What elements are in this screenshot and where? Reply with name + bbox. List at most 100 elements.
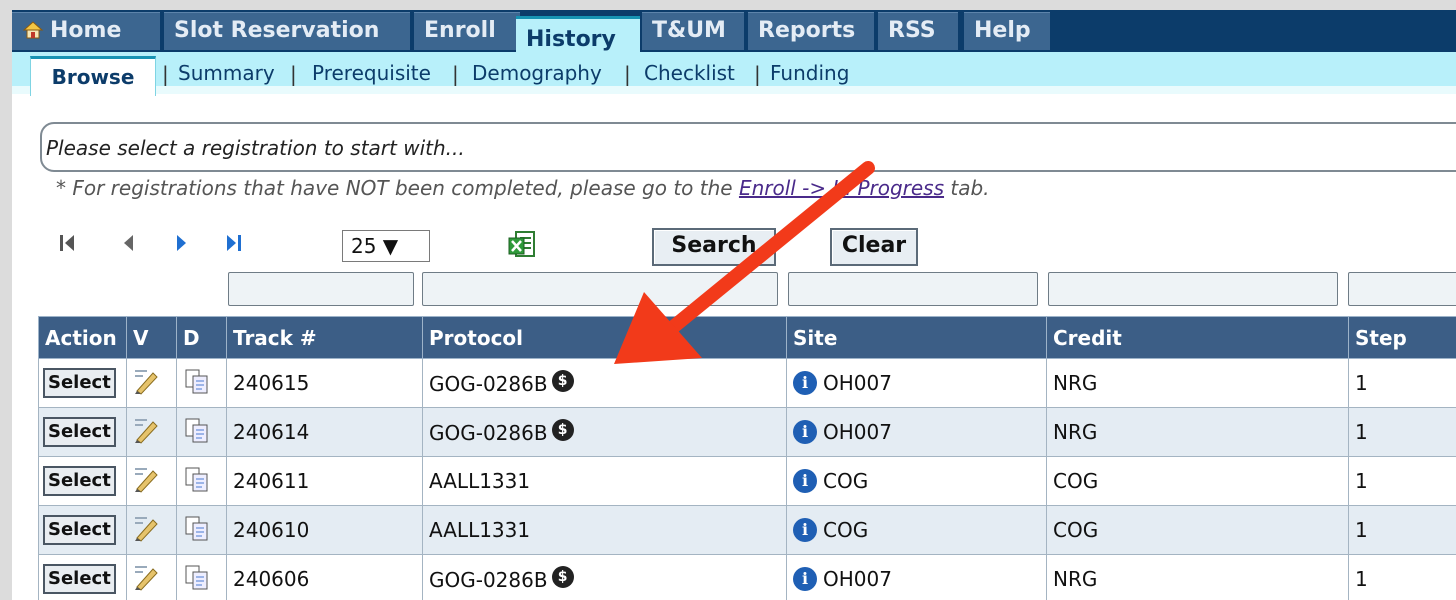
filter-step-input[interactable] [1348, 272, 1456, 306]
separator: | [452, 62, 459, 86]
app-window: Home Slot Reservation Enroll History T&U… [12, 10, 1456, 600]
tab-home[interactable]: Home [12, 12, 160, 50]
registration-select-placeholder: Please select a registration to start wi… [46, 136, 465, 160]
filter-protocol-input[interactable] [422, 272, 778, 306]
filter-track-input[interactable] [228, 272, 414, 306]
site-cell: i COG [786, 505, 1047, 555]
clear-button[interactable]: Clear [830, 228, 918, 266]
view-pen-icon[interactable] [133, 465, 161, 493]
col-header-credit[interactable]: Credit [1046, 316, 1349, 359]
protocol-cell: GOG-0286B $ [422, 407, 787, 457]
search-button[interactable]: Search [652, 228, 776, 266]
subtab-funding[interactable]: Funding [770, 60, 849, 86]
document-copy-icon[interactable] [183, 367, 211, 395]
home-icon [22, 21, 44, 39]
col-header-v[interactable]: V [126, 316, 177, 359]
tab-history[interactable]: History [516, 16, 640, 56]
in-progress-note: * For registrations that have NOT been c… [56, 176, 990, 200]
table-row: Select 240610 AALL1331 i COG COG 1 [38, 505, 1456, 555]
view-pen-icon[interactable] [133, 367, 161, 395]
protocol-cell: GOG-0286B $ [422, 358, 787, 408]
col-header-d[interactable]: D [176, 316, 227, 359]
credit-cell: NRG [1046, 358, 1349, 408]
tab-enroll[interactable]: Enroll [414, 12, 520, 50]
table-row: Select 240606 GOG-0286B $ i OH007 NRG 1 [38, 554, 1456, 600]
tab-rss[interactable]: RSS [878, 12, 958, 50]
view-pen-icon[interactable] [133, 563, 161, 591]
credit-cell: NRG [1046, 407, 1349, 457]
document-copy-icon[interactable] [183, 465, 211, 493]
separator: | [290, 62, 297, 86]
tab-reports[interactable]: Reports [748, 12, 874, 50]
excel-export-icon[interactable] [508, 230, 536, 260]
site-text: OH007 [823, 371, 892, 395]
step-cell: 1 [1348, 358, 1456, 408]
document-copy-icon[interactable] [183, 514, 211, 542]
last-page-icon[interactable] [224, 232, 246, 254]
credit-cell: COG [1046, 505, 1349, 555]
info-icon[interactable]: i [793, 469, 817, 493]
tab-help[interactable]: Help [964, 12, 1050, 50]
prev-page-icon[interactable] [120, 232, 136, 254]
track-cell: 240610 [226, 505, 423, 555]
tab-tum[interactable]: T&UM [642, 12, 744, 50]
first-page-icon[interactable] [58, 232, 78, 254]
col-header-protocol[interactable]: Protocol [422, 316, 787, 359]
dollar-coin-icon: $ [551, 370, 574, 392]
info-icon[interactable]: i [793, 518, 817, 542]
site-cell: i OH007 [786, 554, 1047, 600]
next-page-icon[interactable] [174, 232, 190, 254]
note-prefix: * For registrations that have NOT been c… [56, 176, 739, 200]
tab-home-label: Home [50, 18, 122, 43]
separator: | [162, 62, 169, 86]
filter-credit-input[interactable] [1048, 272, 1338, 306]
select-button[interactable]: Select [43, 368, 116, 398]
select-button[interactable]: Select [43, 466, 116, 496]
registration-select[interactable]: Please select a registration to start wi… [40, 122, 1456, 172]
subtab-browse[interactable]: Browse [30, 56, 156, 96]
page-size-select[interactable]: 25 ▼ [342, 230, 430, 262]
credit-cell: NRG [1046, 554, 1349, 600]
subtab-demography[interactable]: Demography [472, 60, 602, 86]
select-button[interactable]: Select [43, 564, 116, 594]
track-cell: 240606 [226, 554, 423, 600]
registration-grid: Action V D Track # Protocol Site Credit … [38, 316, 1456, 600]
document-copy-icon[interactable] [183, 416, 211, 444]
col-header-step[interactable]: Step [1348, 316, 1456, 359]
filter-site-input[interactable] [788, 272, 1038, 306]
site-text: OH007 [823, 420, 892, 444]
site-cell: i OH007 [786, 358, 1047, 408]
view-pen-icon[interactable] [133, 514, 161, 542]
enroll-in-progress-link[interactable]: Enroll -> In Progress [739, 176, 944, 200]
info-icon[interactable]: i [793, 567, 817, 591]
track-cell: 240614 [226, 407, 423, 457]
protocol-text: AALL1331 [429, 518, 531, 542]
subtab-summary[interactable]: Summary [178, 60, 275, 86]
col-header-action[interactable]: Action [38, 316, 127, 359]
sub-nav: Browse | Summary | Prerequisite | Demogr… [12, 52, 1456, 96]
site-cell: i COG [786, 456, 1047, 506]
separator: | [624, 62, 631, 86]
select-button[interactable]: Select [43, 417, 116, 447]
step-cell: 1 [1348, 456, 1456, 506]
site-text: OH007 [823, 567, 892, 591]
document-copy-icon[interactable] [183, 563, 211, 591]
protocol-cell: AALL1331 [422, 505, 787, 555]
col-header-track[interactable]: Track # [226, 316, 423, 359]
subtab-checklist[interactable]: Checklist [644, 60, 735, 86]
dollar-coin-icon: $ [551, 419, 574, 441]
table-row: Select 240615 GOG-0286B $ i OH007 NRG 1 [38, 358, 1456, 408]
step-cell: 1 [1348, 407, 1456, 457]
credit-cell: COG [1046, 456, 1349, 506]
protocol-text: GOG-0286B [429, 568, 548, 592]
select-button[interactable]: Select [43, 515, 116, 545]
subtab-prerequisite[interactable]: Prerequisite [312, 60, 431, 86]
view-pen-icon[interactable] [133, 416, 161, 444]
info-icon[interactable]: i [793, 420, 817, 444]
separator: | [754, 62, 761, 86]
col-header-site[interactable]: Site [786, 316, 1047, 359]
info-icon[interactable]: i [793, 371, 817, 395]
step-cell: 1 [1348, 554, 1456, 600]
protocol-text: GOG-0286B [429, 372, 548, 396]
tab-slot-reservation[interactable]: Slot Reservation [164, 12, 410, 50]
